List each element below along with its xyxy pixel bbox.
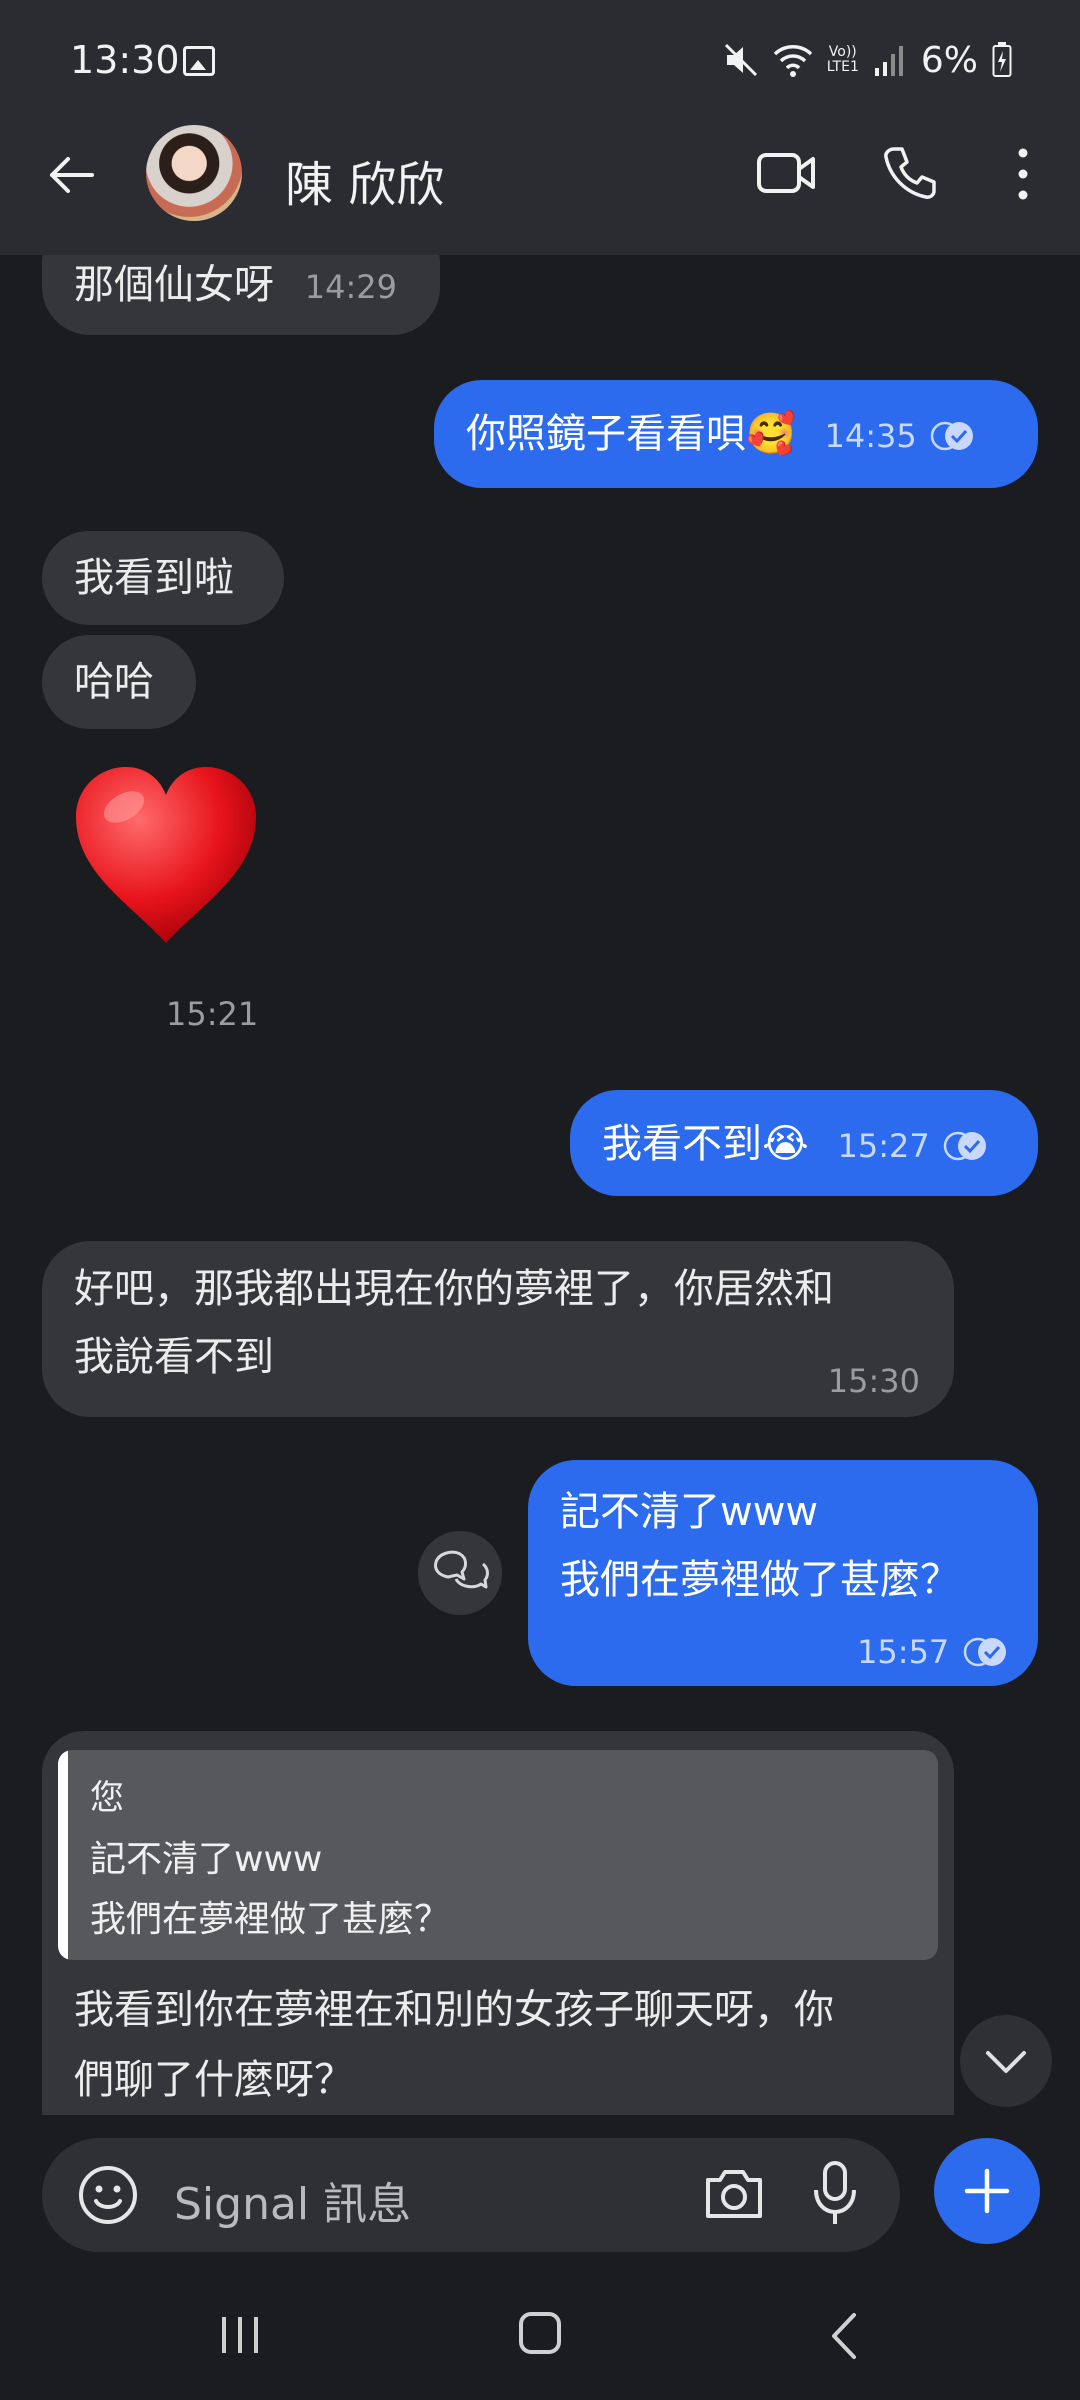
message-time: 14:29 — [304, 268, 397, 306]
mic-icon[interactable] — [810, 2160, 860, 2228]
message-text: 我看不到😭 — [602, 1121, 809, 1167]
message-list[interactable]: 那個仙女呀 14:29 你照鏡子看看唄🥰 14:35 我看到啦 哈哈 15:21 — [0, 255, 1080, 2115]
message-text-line: 我說看不到 — [74, 1334, 274, 1380]
recent-apps-icon[interactable] — [218, 2315, 262, 2355]
emoji-icon[interactable] — [76, 2163, 140, 2227]
message-time: 14:35 — [824, 417, 917, 455]
message-text: 哈哈 — [74, 659, 154, 705]
message-bubble-incoming[interactable]: 好吧，那我都出現在你的夢裡了，你居然和 我說看不到 15:30 — [42, 1241, 954, 1417]
plus-icon — [964, 2168, 1010, 2214]
back-arrow-icon[interactable] — [46, 150, 96, 200]
delivered-check-icon — [931, 421, 974, 451]
message-text: 你照鏡子看看唄🥰 — [466, 411, 796, 457]
contact-name[interactable]: 陳 欣欣 — [285, 145, 444, 215]
heart-emoji[interactable] — [72, 765, 260, 945]
reply-button[interactable] — [418, 1531, 502, 1615]
wifi-icon — [773, 45, 812, 77]
more-icon[interactable] — [1008, 147, 1038, 201]
message-input-placeholder[interactable]: Signal 訊息 — [174, 2168, 411, 2232]
message-meta: 15:57 — [857, 1630, 1008, 1672]
system-navigation-bar — [0, 2265, 1080, 2400]
message-time: 15:57 — [857, 1633, 950, 1671]
signal-icon — [874, 46, 903, 76]
message-text: 那個仙女呀 — [74, 262, 274, 308]
video-call-icon[interactable] — [756, 149, 816, 197]
lte-label-top: Vo)) — [828, 44, 857, 60]
reply-icon — [434, 1550, 489, 1589]
quote-accent-bar — [58, 1750, 68, 1960]
quote-text-line: 記不清了www — [90, 1839, 323, 1880]
avatar[interactable] — [146, 125, 242, 221]
message-text-line: 我們在夢裡做了甚麼？ — [560, 1557, 960, 1603]
message-bubble-incoming[interactable]: 那個仙女呀 14:29 — [42, 255, 440, 335]
composer: Signal 訊息 — [0, 2115, 1080, 2265]
quote-text-line: 我們在夢裡做了甚麼？ — [90, 1899, 451, 1940]
delivered-check-icon — [963, 1637, 1006, 1667]
camera-icon[interactable] — [702, 2164, 766, 2224]
message-bubble-incoming[interactable]: 哈哈 — [42, 635, 196, 729]
image-icon — [183, 46, 215, 76]
lte-label-bottom: LTE1 — [826, 59, 859, 75]
top-bar: 13:30 Vo)) LTE1 6% 陳 欣欣 — [0, 0, 1080, 255]
message-text-block: 我看到你在夢裡在和別的女孩子聊天呀，你 們聊了什麼呀？ — [74, 1975, 834, 2115]
message-time: 15:30 — [827, 1362, 920, 1400]
message-text-line: 我看到你在夢裡在和別的女孩子聊天呀，你 — [74, 1987, 834, 2033]
battery-percent: 6% — [920, 39, 978, 81]
attach-button[interactable] — [934, 2138, 1040, 2244]
mute-icon — [724, 43, 757, 77]
delivered-check-icon — [944, 1131, 987, 1161]
quote-author: 您 — [90, 1778, 124, 1818]
scroll-to-bottom-button[interactable] — [960, 2015, 1052, 2107]
quoted-message[interactable]: 您 記不清了www 我們在夢裡做了甚麼？ — [58, 1750, 938, 1960]
nav-back-icon[interactable] — [826, 2311, 862, 2361]
message-time: 15:27 — [837, 1127, 930, 1165]
message-time: 15:21 — [166, 995, 259, 1033]
conversation-header: 陳 欣欣 — [0, 125, 1080, 255]
message-bubble-outgoing[interactable]: 我看不到😭 15:27 — [570, 1090, 1038, 1196]
status-icons: Vo)) LTE1 6% — [723, 38, 1012, 82]
message-bubble-outgoing[interactable]: 你照鏡子看看唄🥰 14:35 — [434, 380, 1038, 488]
chevron-down-icon — [986, 2051, 1026, 2073]
message-text-line: 好吧，那我都出現在你的夢裡了，你居然和 — [74, 1266, 834, 1312]
lte-indicator: Vo)) LTE1 — [827, 45, 859, 75]
message-text-line: 記不清了www — [560, 1489, 819, 1535]
message-bubble-incoming[interactable]: 我看到啦 — [42, 531, 284, 625]
phone-icon[interactable] — [882, 145, 938, 201]
message-input-field[interactable]: Signal 訊息 — [42, 2138, 900, 2252]
status-bar: 13:30 Vo)) LTE1 6% — [0, 0, 1080, 125]
message-bubble-outgoing[interactable]: 記不清了www 我們在夢裡做了甚麼？ 15:57 — [528, 1460, 1038, 1686]
message-text-line: 們聊了什麼呀？ — [74, 2057, 354, 2103]
message-text: 我看到啦 — [74, 555, 234, 601]
battery-icon — [992, 42, 1012, 77]
status-time: 13:30 — [70, 38, 180, 82]
home-icon[interactable] — [516, 2309, 564, 2357]
